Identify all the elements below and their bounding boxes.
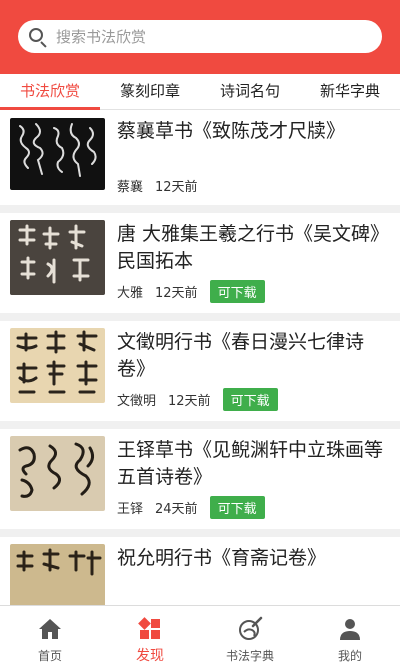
search-icon	[28, 27, 48, 48]
home-icon	[39, 619, 61, 639]
item-meta: 文徵明 12天前 可下载	[117, 388, 278, 411]
list-item[interactable]: 王铎草书《见鲵渊轩中立珠画等五首诗卷》 王铎 24天前 可下载	[0, 429, 400, 529]
nav-calligraphy-dictionary[interactable]: 书法字典	[200, 606, 300, 666]
list-item[interactable]: 祝允明行书《育斋记卷》	[0, 537, 400, 605]
item-badge-placeholder	[209, 177, 230, 194]
item-meta: 王铎 24天前 可下载	[117, 496, 265, 519]
nav-profile-label: 我的	[337, 649, 362, 663]
calligraphy-thumbnail	[10, 436, 105, 511]
list-item[interactable]: 蔡襄草书《致陈茂才尺牍》 蔡襄 12天前	[0, 110, 400, 205]
tab-seal-carving[interactable]: 篆刻印章	[100, 74, 200, 109]
top-bar	[0, 0, 400, 74]
tab-poetry-quotes[interactable]: 诗词名句	[200, 74, 300, 109]
item-title: 唐 大雅集王羲之行书《吴文碑》民国拓本	[117, 223, 380, 272]
nav-calligraphy-dictionary-label: 书法字典	[225, 649, 274, 663]
tab-xinhua-dictionary[interactable]: 新华字典	[300, 74, 400, 109]
calligraphy-thumbnail	[10, 118, 105, 190]
bottom-navigation: 首页 发现 书法字典 我的	[0, 605, 400, 666]
nav-discover[interactable]: 发现	[100, 606, 200, 666]
item-title: 蔡襄草书《致陈茂才尺牍》	[117, 120, 346, 142]
calligraphy-thumbnail	[10, 544, 105, 605]
item-date: 12天前	[155, 180, 198, 195]
item-meta: 大雅 12天前 可下载	[117, 280, 265, 303]
item-author: 王铎	[117, 502, 144, 517]
item-date: 12天前	[155, 286, 198, 301]
tab-calligraphy-appreciation[interactable]: 书法欣赏	[0, 74, 100, 110]
nav-home[interactable]: 首页	[0, 606, 100, 666]
item-date: 12天前	[168, 394, 211, 409]
nav-discover-label: 发现	[136, 648, 164, 664]
calligraphy-thumbnail	[10, 328, 105, 403]
item-title: 祝允明行书《育斋记卷》	[117, 547, 327, 569]
calligraphy-thumbnail	[10, 220, 105, 295]
item-title: 文徵明行书《春日漫兴七律诗卷》	[117, 331, 365, 380]
nav-home-label: 首页	[37, 649, 62, 663]
item-author: 大雅	[117, 286, 144, 301]
downloadable-badge[interactable]: 可下载	[222, 388, 278, 411]
item-meta: 蔡襄 12天前	[117, 176, 230, 195]
category-tabs: 书法欣赏 篆刻印章 诗词名句 新华字典	[0, 74, 400, 110]
discover-icon	[138, 617, 160, 639]
nav-profile[interactable]: 我的	[300, 606, 400, 666]
item-title: 王铎草书《见鲵渊轩中立珠画等五首诗卷》	[117, 439, 384, 488]
downloadable-badge[interactable]: 可下载	[209, 280, 265, 303]
item-author: 蔡襄	[117, 180, 144, 195]
list-item[interactable]: 唐 大雅集王羲之行书《吴文碑》民国拓本 大雅 12天前 可下载	[0, 213, 400, 313]
brush-icon	[239, 616, 263, 640]
item-author: 文徵明	[117, 394, 157, 409]
search-input[interactable]	[56, 27, 356, 46]
item-date: 24天前	[155, 502, 198, 517]
search-bar[interactable]	[18, 20, 382, 53]
article-list: 蔡襄草书《致陈茂才尺牍》 蔡襄 12天前 唐 大雅集王羲之行书《吴文碑》民国拓本…	[0, 110, 400, 605]
list-item[interactable]: 文徵明行书《春日漫兴七律诗卷》 文徵明 12天前 可下载	[0, 321, 400, 421]
user-icon	[340, 619, 360, 640]
downloadable-badge[interactable]: 可下载	[209, 496, 265, 519]
